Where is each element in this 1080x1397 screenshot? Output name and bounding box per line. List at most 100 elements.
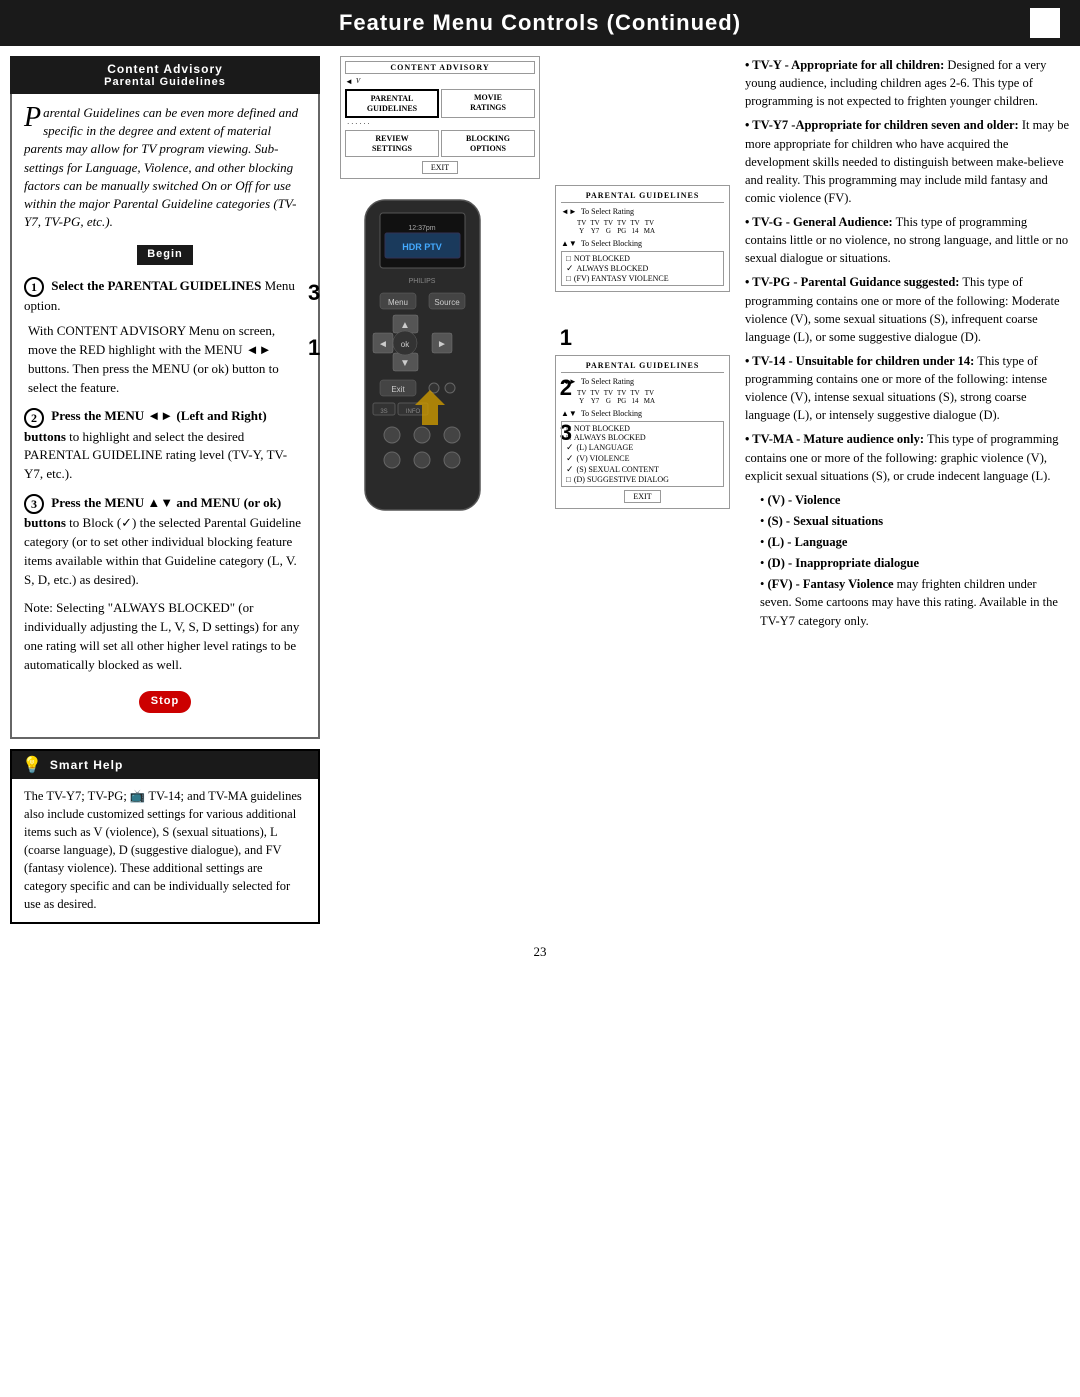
rating-tvy-2: TVY xyxy=(577,389,586,405)
blocking-arrow-2: ▲▼ xyxy=(561,409,577,418)
pg-box-1-title: PARENTAL GUIDELINES xyxy=(561,191,724,203)
select-rating-label-1: To Select Rating xyxy=(581,207,634,216)
tvpg-bold: • TV-PG - Parental Guidance suggested: xyxy=(745,275,959,289)
step-3-body: to Block (✓) the selected Parental Guide… xyxy=(24,515,301,587)
step-num-1-right: 1 xyxy=(560,325,572,351)
check-e-1: □ xyxy=(566,424,571,433)
check-v: ✓ xyxy=(566,453,574,464)
step-3-number: 3 xyxy=(24,494,44,514)
bullet-l: • (L) - Language xyxy=(760,533,1070,551)
blocking-opt-s: ✓(S) SEXUAL CONTENT xyxy=(566,464,719,475)
always-blocked-label: ALWAYS BLOCKED xyxy=(577,264,649,273)
pg-blocking-options-2: □NOT BLOCKED □ALWAYS BLOCKED ✓(L) LANGUA… xyxy=(561,421,724,487)
pg-exit-button[interactable]: EXIT xyxy=(624,490,660,503)
rating-tvg: TVG xyxy=(604,219,613,235)
para-tvma: • TV-MA - Mature audience only: This typ… xyxy=(745,430,1070,484)
svg-text:▲: ▲ xyxy=(400,320,410,331)
note-text: Note: Selecting "ALWAYS BLOCKED" (or ind… xyxy=(24,599,306,674)
svg-text:12:37pm: 12:37pm xyxy=(408,225,435,232)
dots-row: · · · · · · xyxy=(345,120,439,128)
page-header: Feature Menu Controls (Continued) xyxy=(0,0,1080,46)
page-number-section: 23 xyxy=(0,934,1080,970)
bullet-fv: • (FV) - Fantasy Violence may frighten c… xyxy=(760,575,1070,629)
svg-text:HDR PTV: HDR PTV xyxy=(402,242,442,252)
smart-help-box: 💡 Smart Help The TV-Y7; TV-PG; 📺 TV-14; … xyxy=(10,749,320,924)
intro-text: arental Guidelines can be even more defi… xyxy=(24,105,298,229)
para-tv14: • TV-14 - Unsuitable for children under … xyxy=(745,352,1070,425)
blocking-option-fv: □(FV) FANTASY VIOLENCE xyxy=(566,274,719,283)
step-num-3-left: 3 xyxy=(308,280,320,306)
pg-box-2-blocking-row: ▲▼ To Select Blocking xyxy=(561,409,724,418)
check-empty-2: □ xyxy=(566,274,571,283)
left-text-area: Parental Guidelines can be even more def… xyxy=(10,94,320,739)
rating-tvma: TVMA xyxy=(644,219,655,235)
blocking-opt-l: ✓(L) LANGUAGE xyxy=(566,442,719,453)
para-tvpg: • TV-PG - Parental Guidance suggested: T… xyxy=(745,273,1070,346)
parental-guidelines-title: Parental Guidelines xyxy=(20,76,310,88)
select-blocking-label-1: To Select Blocking xyxy=(581,239,642,248)
blocking-option-always: ✓ALWAYS BLOCKED xyxy=(566,263,719,274)
rating-tv14-2: TV14 xyxy=(630,389,639,405)
bullet-v: • (V) - Violence xyxy=(760,491,1070,509)
stop-section: Stop xyxy=(24,683,306,721)
rating-tvma-2: TVMA xyxy=(644,389,655,405)
right-text: • TV-Y - Appropriate for all children: D… xyxy=(745,56,1070,630)
bullet-s: • (S) - Sexual situations xyxy=(760,512,1070,530)
smart-help-title: Smart Help xyxy=(50,758,123,772)
check-e-2: □ xyxy=(566,433,571,442)
check-s: ✓ xyxy=(566,464,574,475)
pg-box-2: PARENTAL GUIDELINES ◄► To Select Rating … xyxy=(555,355,730,509)
svg-text:Exit: Exit xyxy=(391,385,405,394)
check-empty-1: □ xyxy=(566,254,571,263)
rating-arrow-2: ◄► xyxy=(561,377,577,386)
movie-ratings-cell: MOVIERATINGS xyxy=(441,89,535,118)
svg-text:ok: ok xyxy=(401,340,410,349)
check-l: ✓ xyxy=(566,442,574,453)
step-1-number: 1 xyxy=(24,277,44,297)
exit-button[interactable]: EXIT xyxy=(422,161,458,174)
tv14-bold: • TV-14 - Unsuitable for children under … xyxy=(745,354,974,368)
bullet-list: • (V) - Violence • (S) - Sexual situatio… xyxy=(760,491,1070,630)
ratings-row-1: TVY TVY7 TVG TVPG TV14 TVMA xyxy=(561,219,724,235)
pg-box-2-rating-row: ◄► To Select Rating xyxy=(561,377,724,386)
rating-arrow-1: ◄► xyxy=(561,207,577,216)
remote-wrapper: 12:37pm HDR PTV PHILIPS Menu Source ▲ ▼ xyxy=(330,195,550,549)
bullet-s-text: (S) - Sexual situations xyxy=(768,514,884,528)
svg-text:►: ► xyxy=(437,339,447,350)
rating-tvy7: TVY7 xyxy=(590,219,599,235)
svg-text:▼: ▼ xyxy=(400,358,410,369)
bullet-l-text: (L) - Language xyxy=(768,535,848,549)
step-1-title: Select the PARENTAL GUIDELINES xyxy=(51,278,261,293)
svg-text:◄: ◄ xyxy=(378,339,388,350)
blocking-opt-v: ✓(V) VIOLENCE xyxy=(566,453,719,464)
review-settings-cell: REVIEWSETTINGS xyxy=(345,130,439,157)
tvg-bold: • TV-G - General Audience: xyxy=(745,215,893,229)
step-1: 1 Select the PARENTAL GUIDELINES Menu op… xyxy=(24,277,306,397)
smart-help-text: The TV-Y7; TV-PG; 📺 TV-14; and TV-MA gui… xyxy=(24,787,306,914)
content-advisory-header: Content Advisory Parental Guidelines xyxy=(10,56,320,94)
blocking-option-not: □NOT BLOCKED xyxy=(566,254,719,263)
menu-grid: PARENTALGUIDELINES MOVIERATINGS · · · · … xyxy=(345,89,535,157)
step-2: 2 Press the MENU ◄► (Left and Right) but… xyxy=(24,407,306,484)
rating-tvpg: TVPG xyxy=(617,219,626,235)
step-3: 3 Press the MENU ▲▼ and MENU (or ok) but… xyxy=(24,494,306,589)
smart-help-header: 💡 Smart Help xyxy=(12,751,318,779)
pg-box-1-container: PARENTAL GUIDELINES ◄► To Select Rating … xyxy=(555,185,730,300)
rating-tvg-2: TVG xyxy=(604,389,613,405)
menu-exit: EXIT xyxy=(345,161,535,174)
pg-box-1-rating-row: ◄► To Select Rating xyxy=(561,207,724,216)
pg-blocking-options-1: □NOT BLOCKED ✓ALWAYS BLOCKED □(FV) FANTA… xyxy=(561,251,724,286)
bullet-d: • (D) - Inappropriate dialogue xyxy=(760,554,1070,572)
pg-box-1-blocking-row: ▲▼ To Select Blocking xyxy=(561,239,724,248)
blocking-opt-always2: □ALWAYS BLOCKED xyxy=(566,433,719,442)
svg-text:Source: Source xyxy=(434,298,460,307)
para-tvg: • TV-G - General Audience: This type of … xyxy=(745,213,1070,267)
svg-text:3S: 3S xyxy=(380,409,387,415)
select-blocking-label-2: To Select Blocking xyxy=(581,409,642,418)
remote-svg: 12:37pm HDR PTV PHILIPS Menu Source ▲ ▼ xyxy=(330,195,515,545)
step-num-1-left: 1 xyxy=(308,335,320,361)
bullet-d-text: (D) - Inappropriate dialogue xyxy=(768,556,920,570)
stop-badge: Stop xyxy=(139,691,191,713)
rating-tvy: TVY xyxy=(577,219,586,235)
bullet-v-text: (V) - Violence xyxy=(768,493,841,507)
